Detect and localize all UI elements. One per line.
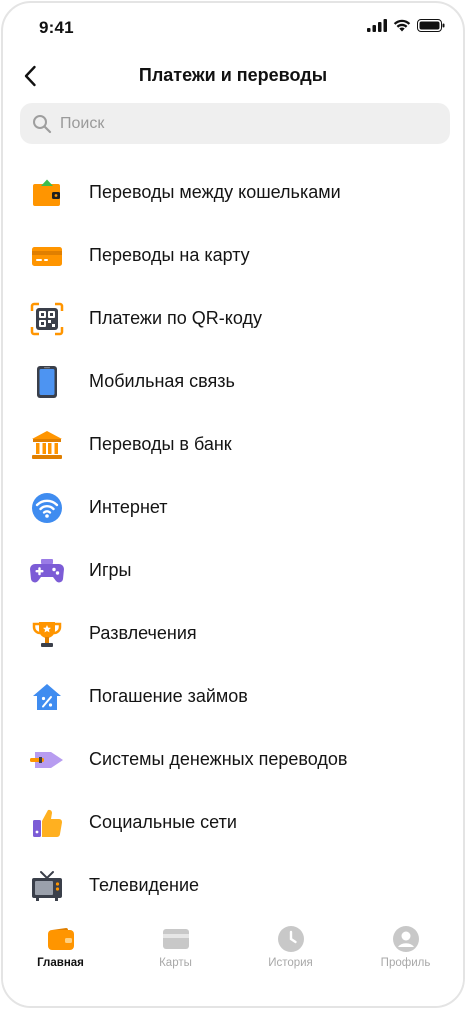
status-icons — [367, 19, 445, 32]
list-item-label: Платежи по QR-коду — [89, 308, 262, 328]
trophy-icon — [29, 617, 65, 651]
payment-categories-list: Переводы между кошельками Переводы на ка… — [3, 161, 463, 917]
list-item-social-networks[interactable]: Социальные сети — [3, 791, 463, 854]
header: Платежи и переводы — [3, 55, 463, 97]
search-bar[interactable] — [20, 103, 450, 144]
wifi-icon — [29, 491, 65, 525]
list-item-loan-repayment[interactable]: Погашение займов — [3, 665, 463, 728]
gamepad-icon — [29, 554, 65, 588]
bank-icon — [29, 428, 65, 462]
loan-house-icon — [29, 680, 65, 714]
list-item-card-transfers[interactable]: Переводы на карту — [3, 224, 463, 287]
list-item-internet[interactable]: Интернет — [3, 476, 463, 539]
status-time: 9:41 — [39, 18, 74, 37]
list-item-qr-payments[interactable]: Платежи по QR-коду — [3, 287, 463, 350]
search-icon — [32, 113, 54, 135]
list-item-television[interactable]: Телевидение — [3, 854, 463, 917]
list-item-label: Переводы на карту — [89, 245, 250, 265]
wallet-icon — [46, 925, 76, 953]
tab-label: Профиль — [380, 957, 431, 969]
money-transfer-icon — [29, 743, 65, 777]
list-item-money-transfer-systems[interactable]: Системы денежных переводов — [3, 728, 463, 791]
phone-frame: 9:41 Платежи и переводы Поиск Переводы м… — [1, 1, 465, 1008]
list-item-label: Телевидение — [89, 875, 200, 895]
card-icon — [29, 239, 65, 273]
tv-icon — [29, 869, 65, 903]
smartphone-icon — [29, 365, 65, 399]
list-item-wallet-transfers[interactable]: Переводы между кошельками — [3, 161, 463, 224]
list-item-label: Интернет — [89, 497, 168, 517]
list-item-games[interactable]: Игры — [3, 539, 463, 602]
tab-profile[interactable]: Профиль — [348, 913, 463, 1006]
card-icon — [161, 925, 191, 953]
tab-label: Главная — [37, 957, 84, 969]
wifi-status-icon — [393, 19, 411, 32]
list-item-label: Погашение займов — [89, 686, 248, 706]
wallet-icon — [29, 176, 65, 210]
profile-icon — [391, 925, 421, 953]
search-input[interactable] — [60, 114, 420, 133]
list-item-label: Социальные сети — [89, 812, 237, 832]
battery-icon — [417, 19, 445, 32]
list-item-label: Переводы между кошельками — [89, 182, 341, 202]
list-item-mobile[interactable]: Мобильная связь — [3, 350, 463, 413]
list-item-label: Игры — [89, 560, 132, 580]
tab-label: Карты — [159, 957, 192, 969]
tab-home[interactable]: Главная — [3, 913, 118, 1006]
signal-icon — [367, 19, 387, 32]
list-item-entertainment[interactable]: Развлечения — [3, 602, 463, 665]
list-item-label: Переводы в банк — [89, 434, 232, 454]
list-item-label: Мобильная связь — [89, 371, 235, 391]
tab-label: История — [268, 957, 313, 969]
thumbs-up-icon — [29, 806, 65, 840]
page-title: Платежи и переводы — [138, 65, 328, 85]
bottom-tab-bar: Главная Карты История Профиль — [3, 913, 463, 1006]
tab-history[interactable]: История — [233, 913, 348, 1006]
clock-icon — [276, 925, 306, 953]
list-item-label: Развлечения — [89, 623, 197, 643]
list-item-bank-transfers[interactable]: Переводы в банк — [3, 413, 463, 476]
tab-cards[interactable]: Карты — [118, 913, 233, 1006]
status-bar: 9:41 — [3, 3, 463, 53]
qr-code-icon — [29, 302, 65, 336]
list-item-label: Системы денежных переводов — [89, 749, 348, 769]
